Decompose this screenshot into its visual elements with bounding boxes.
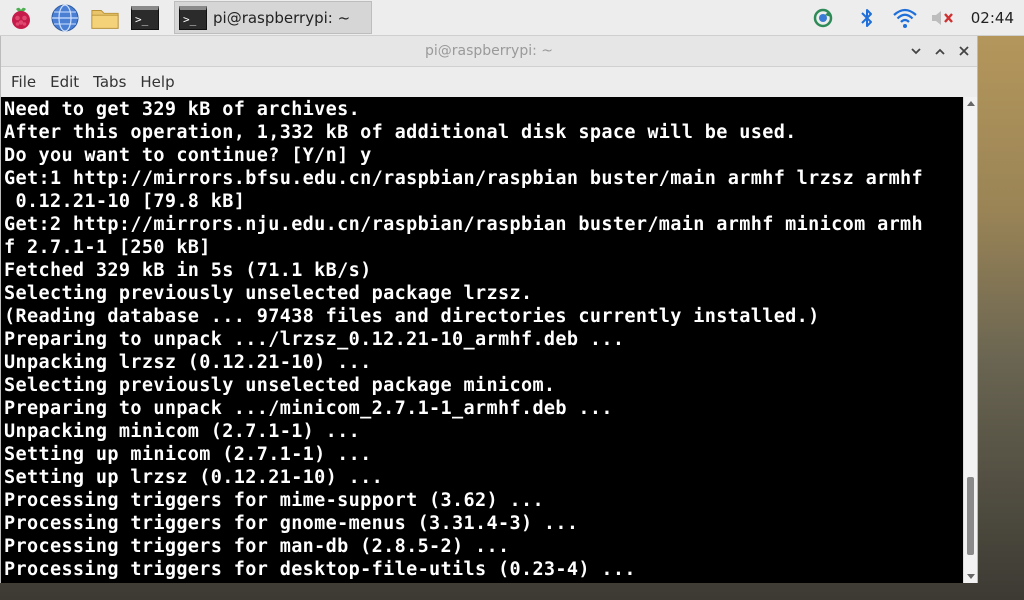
- terminal-line: Fetched 329 kB in 5s (71.1 kB/s): [4, 260, 372, 281]
- terminal-line: Setting up lrzsz (0.12.21-10) ...: [4, 467, 384, 488]
- terminal-line: f 2.7.1-1 [250 kB]: [4, 237, 211, 258]
- terminal-line: Do you want to continue? [Y/n] y: [4, 145, 372, 166]
- menu-tabs[interactable]: Tabs: [86, 73, 133, 91]
- terminal-line: Get:1 http://mirrors.bfsu.edu.cn/raspbia…: [4, 168, 924, 189]
- menu-edit[interactable]: Edit: [43, 73, 86, 91]
- terminal-line: Preparing to unpack .../minicom_2.7.1-1_…: [4, 398, 613, 419]
- menu-help[interactable]: Help: [133, 73, 181, 91]
- terminal-window: pi@raspberrypi: ~ File Edit Tabs Help Ne…: [0, 36, 978, 583]
- terminal-output[interactable]: Need to get 329 kB of archives. After thi…: [1, 97, 963, 583]
- terminal-line: Processing triggers for man-db (2.8.5-2)…: [4, 536, 510, 557]
- updater-icon[interactable]: [808, 3, 838, 33]
- bluetooth-icon[interactable]: [852, 3, 882, 33]
- scrollbar-thumb[interactable]: [967, 477, 974, 555]
- close-icon[interactable]: [955, 42, 973, 60]
- taskbar-window-button[interactable]: >_ pi@raspberrypi: ~: [174, 1, 372, 34]
- terminal-line: Setting up minicom (2.7.1-1) ...: [4, 444, 372, 465]
- taskbar-window-label: pi@raspberrypi: ~: [213, 8, 351, 27]
- terminal-icon: >_: [179, 5, 207, 30]
- clock[interactable]: 02:44: [971, 9, 1014, 27]
- globe-browser-icon[interactable]: [50, 3, 80, 33]
- minimize-icon[interactable]: [907, 42, 925, 60]
- window-titlebar[interactable]: pi@raspberrypi: ~: [1, 36, 977, 67]
- taskbar-panel: >_ >_ pi@raspberrypi: ~ 02:44: [0, 0, 1024, 36]
- terminal-launcher[interactable]: >_: [130, 3, 160, 33]
- raspberry-menu-icon[interactable]: [6, 3, 36, 33]
- terminal-scrollbar[interactable]: [963, 97, 977, 583]
- scroll-up-icon[interactable]: [967, 101, 975, 106]
- terminal-line: Selecting previously unselected package …: [4, 283, 533, 304]
- menubar: File Edit Tabs Help: [1, 67, 977, 97]
- volume-muted-icon[interactable]: [928, 3, 958, 33]
- scroll-down-icon[interactable]: [967, 574, 975, 579]
- terminal-line: Selecting previously unselected package …: [4, 375, 556, 396]
- window-title: pi@raspberrypi: ~: [424, 43, 554, 59]
- terminal-icon: >_: [131, 6, 159, 30]
- maximize-icon[interactable]: [931, 42, 949, 60]
- wifi-icon[interactable]: [890, 3, 920, 33]
- terminal-line: Processing triggers for gnome-menus (3.3…: [4, 513, 579, 534]
- menu-file[interactable]: File: [1, 73, 43, 91]
- terminal-line: Get:2 http://mirrors.nju.edu.cn/raspbian…: [4, 214, 924, 235]
- terminal-line: Unpacking lrzsz (0.12.21-10) ...: [4, 352, 372, 373]
- terminal-line: After this operation, 1,332 kB of additi…: [4, 122, 797, 143]
- terminal-line: Need to get 329 kB of archives.: [4, 99, 361, 120]
- terminal-line: Preparing to unpack .../lrzsz_0.12.21-10…: [4, 329, 625, 350]
- terminal-line: 0.12.21-10 [79.8 kB]: [4, 191, 246, 212]
- terminal-line: Processing triggers for desktop-file-uti…: [4, 559, 636, 580]
- terminal-line: Processing triggers for mime-support (3.…: [4, 490, 544, 511]
- folder-icon[interactable]: [90, 3, 120, 33]
- terminal-line: (Reading database ... 97438 files and di…: [4, 306, 820, 327]
- terminal-line: Unpacking minicom (2.7.1-1) ...: [4, 421, 361, 442]
